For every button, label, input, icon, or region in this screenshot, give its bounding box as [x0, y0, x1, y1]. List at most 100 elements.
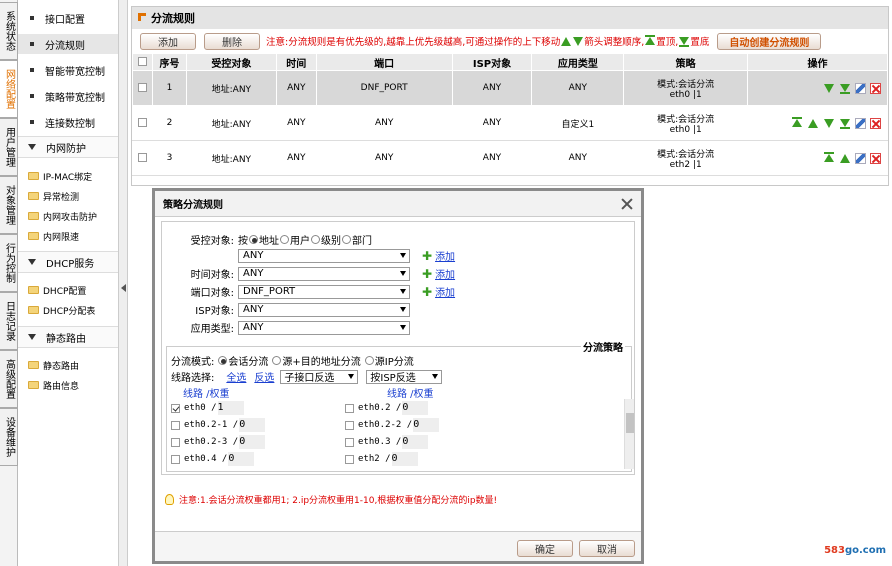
move-up-icon[interactable]: [808, 118, 818, 128]
radio-level[interactable]: [311, 235, 320, 244]
vtab-log-record[interactable]: 日志记录: [0, 292, 18, 350]
sidebar-sub-lan-speed[interactable]: 内网限速: [18, 226, 118, 246]
folder-icon: [28, 286, 39, 294]
weight-input[interactable]: 0: [228, 452, 255, 466]
sidebar-section-lan-protection[interactable]: 内网防护: [18, 136, 118, 158]
vtab-behavior-control[interactable]: 行为控制: [0, 234, 18, 292]
line-checkbox[interactable]: [345, 420, 354, 430]
line-list-scrollbar[interactable]: [624, 399, 634, 469]
radio-user[interactable]: [280, 235, 289, 244]
delete-icon[interactable]: [870, 117, 881, 129]
weight-input[interactable]: 0: [239, 435, 266, 449]
select-all-link[interactable]: 全选: [226, 369, 246, 384]
move-bottom-icon[interactable]: [840, 119, 850, 127]
move-down-icon[interactable]: [824, 118, 834, 128]
select-all-checkbox[interactable]: [137, 57, 147, 66]
radio-department[interactable]: [342, 235, 351, 244]
auto-create-rule-button[interactable]: 自动创建分流规则: [717, 32, 822, 50]
close-icon[interactable]: [621, 198, 633, 210]
sidebar-item-policy-bandwidth[interactable]: 策略带宽控制: [18, 86, 118, 106]
weight-input[interactable]: 0: [402, 401, 429, 415]
isp-invert-select[interactable]: 按ISP反选: [366, 369, 443, 384]
vtab-advanced-config[interactable]: 高级配置: [0, 350, 18, 408]
edit-icon[interactable]: [855, 82, 866, 94]
vtab-network-config[interactable]: 网络配置: [0, 60, 18, 118]
chevron-left-icon: [121, 284, 126, 292]
weight-input[interactable]: 0: [239, 418, 266, 432]
move-top-icon[interactable]: [792, 119, 802, 127]
delete-button[interactable]: 删除: [204, 32, 260, 50]
col-header: 受控对象: [185, 53, 277, 71]
weight-input[interactable]: 0: [402, 435, 429, 449]
table-row[interactable]: 3 地址:ANY ANY ANY ANY ANY 模式:会话分流 eth2 |1: [132, 140, 888, 176]
col-header: 时间: [275, 53, 317, 71]
row-actions: [748, 152, 887, 164]
radio-session-split[interactable]: [218, 356, 228, 365]
line-weight-header-left: 线路 /权重: [183, 389, 230, 400]
port-object-row: 端口对象: DNF_PORT ✚ 添加: [190, 284, 456, 299]
delete-icon[interactable]: [870, 152, 881, 164]
weight-input[interactable]: 0: [391, 452, 418, 466]
table-row[interactable]: 1 地址:ANY ANY DNF_PORT ANY ANY 模式:会话分流 eth…: [132, 70, 888, 106]
arrow-top-icon: [645, 37, 656, 45]
delete-icon[interactable]: [870, 82, 881, 94]
move-down-icon[interactable]: [824, 83, 834, 93]
row-checkbox[interactable]: [137, 153, 147, 162]
sidebar-item-interface-config[interactable]: 接口配置: [18, 8, 118, 28]
move-bottom-icon[interactable]: [840, 84, 850, 92]
port-object-select[interactable]: DNF_PORT: [238, 284, 410, 299]
cancel-button[interactable]: 取消: [579, 540, 635, 557]
sub-interface-invert-select[interactable]: 子接口反选: [280, 369, 359, 384]
line-checkbox[interactable]: [171, 420, 180, 430]
vtab-device-maintenance[interactable]: 设备维护: [0, 408, 18, 466]
confirm-button[interactable]: 确定: [517, 540, 573, 557]
scrollbar-thumb[interactable]: [626, 413, 634, 433]
sidebar-item-connection-control[interactable]: 连接数控制: [18, 112, 118, 132]
move-top-icon[interactable]: [824, 154, 834, 162]
invert-link[interactable]: 反选: [254, 369, 274, 384]
sidebar-section-dhcp[interactable]: DHCP服务: [18, 251, 118, 273]
time-object-select[interactable]: ANY: [238, 266, 410, 281]
radio-src-dst-split[interactable]: [272, 356, 282, 365]
row-checkbox[interactable]: [137, 118, 147, 127]
add-button[interactable]: 添加: [140, 32, 196, 50]
line-checkbox[interactable]: [345, 403, 354, 413]
line-checkbox[interactable]: [345, 437, 354, 447]
weight-input[interactable]: 0: [413, 418, 440, 432]
edit-icon[interactable]: [855, 117, 866, 129]
sidebar-sub-dhcp-config[interactable]: DHCP配置: [18, 280, 118, 300]
add-controlled-link[interactable]: 添加: [435, 248, 455, 263]
line-checkbox[interactable]: [345, 454, 354, 464]
radio-src-ip-split[interactable]: [364, 356, 374, 365]
sidebar-item-smart-bandwidth[interactable]: 智能带宽控制: [18, 60, 118, 80]
vtab-system-status[interactable]: 系统状态: [0, 2, 18, 60]
row-checkbox[interactable]: [137, 83, 147, 92]
dialog-footer: 确定 取消: [155, 531, 641, 561]
sidebar-sub-lan-attack[interactable]: 内网攻击防护: [18, 206, 118, 226]
sidebar-sub-route-info[interactable]: 路由信息: [18, 375, 118, 395]
isp-object-select[interactable]: ANY: [238, 302, 410, 317]
sidebar-collapse-handle[interactable]: [118, 0, 128, 566]
weight-input[interactable]: 1: [217, 401, 244, 415]
controlled-object-select[interactable]: ANY: [238, 248, 410, 263]
add-port-link[interactable]: 添加: [435, 284, 455, 299]
vtab-object-management[interactable]: 对象管理: [0, 176, 18, 234]
sidebar-sub-ip-mac[interactable]: IP-MAC绑定: [18, 166, 118, 186]
line-checkbox[interactable]: [171, 454, 180, 464]
edit-icon[interactable]: [855, 152, 866, 164]
add-time-link[interactable]: 添加: [435, 266, 455, 281]
table-row[interactable]: 2 地址:ANY ANY ANY ANY 自定义1 模式:会话分流 eth0 |1: [132, 105, 888, 141]
list-item: eth0.2-1 /0: [171, 418, 266, 432]
line-checkbox[interactable]: [171, 437, 180, 447]
sidebar-sub-dhcp-table[interactable]: DHCP分配表: [18, 300, 118, 320]
sidebar-sub-static-route[interactable]: 静态路由: [18, 355, 118, 375]
sidebar-item-split-rules[interactable]: 分流规则: [18, 34, 118, 54]
sidebar-section-static-route[interactable]: 静态路由: [18, 326, 118, 348]
move-up-icon[interactable]: [840, 153, 850, 163]
line-checkbox[interactable]: [171, 403, 180, 413]
row-actions: [748, 117, 887, 129]
app-type-select[interactable]: ANY: [238, 320, 410, 335]
sidebar-sub-anomaly[interactable]: 异常检测: [18, 186, 118, 206]
vtab-user-management[interactable]: 用户管理: [0, 118, 18, 176]
radio-address[interactable]: [249, 235, 258, 244]
